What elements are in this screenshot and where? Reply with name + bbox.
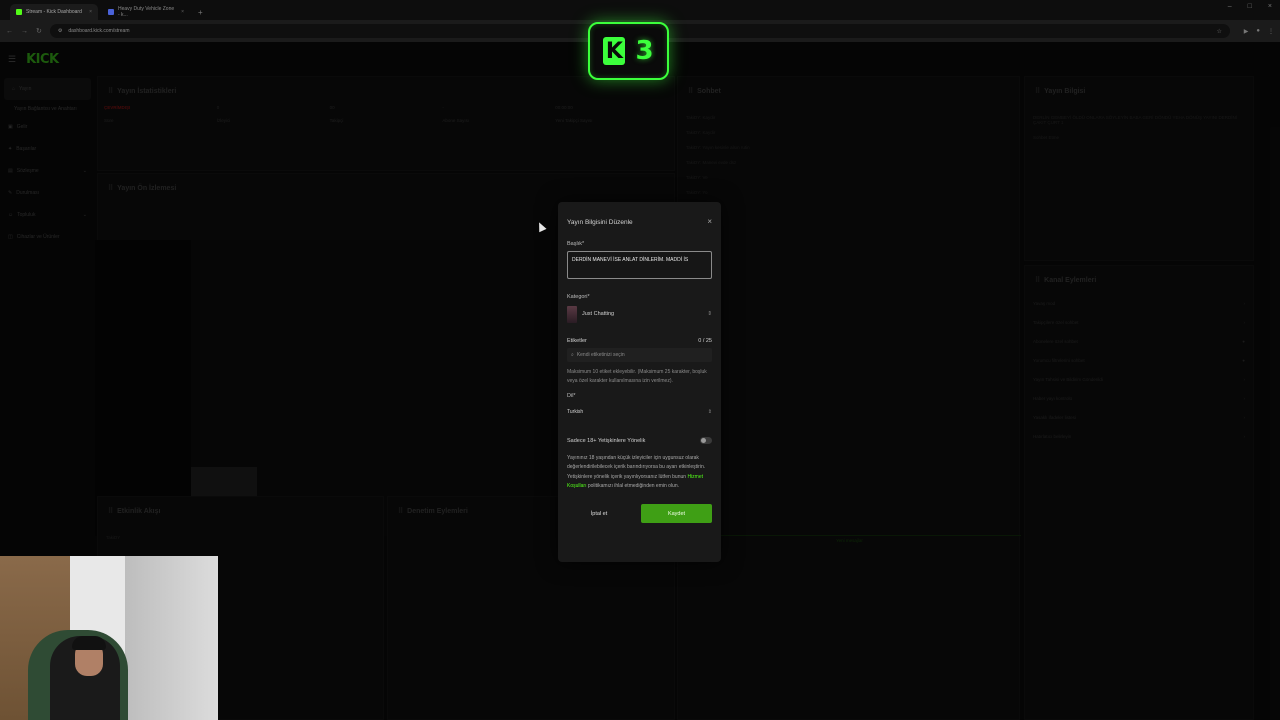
- modal-actions: İptal et Kaydet: [558, 504, 721, 523]
- disclaimer-text: Yayınınız 18 yaşından küçük izleyiciler …: [567, 455, 706, 480]
- modal-header: Yayın Bilgisini Düzenle ×: [558, 202, 721, 226]
- category-select[interactable]: Just Chatting ⇕: [567, 304, 712, 324]
- adult-content-toggle[interactable]: [700, 437, 712, 444]
- browser-tab-dashboard[interactable]: Stream - Kick Dashboard ×: [10, 4, 98, 20]
- forward-icon[interactable]: →: [21, 28, 28, 35]
- chevron-updown-icon: ⇕: [707, 311, 712, 317]
- site-favicon-icon: [108, 9, 114, 15]
- profile-icon[interactable]: ●: [1256, 28, 1260, 35]
- extension-icon[interactable]: ▶: [1244, 28, 1249, 35]
- title-label: Başlık*: [567, 241, 585, 247]
- search-icon: ⌕: [571, 352, 574, 358]
- kick-overlay-badge: K 3: [588, 22, 669, 80]
- minimize-icon[interactable]: –: [1228, 3, 1232, 10]
- tab-close-icon[interactable]: ×: [89, 9, 92, 15]
- badge-number: 3: [635, 36, 654, 66]
- tags-header: Etiketler 0 / 25: [558, 338, 721, 344]
- adult-content-row: Sadece 18+ Yetişkinlere Yönelik: [558, 437, 721, 444]
- category-label: Kategori*: [567, 294, 590, 300]
- language-value: Turkish: [567, 409, 584, 415]
- url-text: dashboard.kick.com/stream: [68, 28, 130, 34]
- language-label: Dil*: [567, 393, 576, 399]
- tags-label: Etiketler: [567, 338, 587, 344]
- maximize-icon[interactable]: □: [1248, 3, 1252, 10]
- browser-tab-strip: Stream - Kick Dashboard × Heavy Duty Veh…: [0, 0, 1280, 20]
- window-controls: – □ ×: [1228, 3, 1272, 10]
- tags-search-input[interactable]: ⌕ Kendi etiketinizi seçin: [567, 348, 712, 362]
- tab-title: Stream - Kick Dashboard: [26, 9, 82, 15]
- stream-title-input[interactable]: DERDİN MANEVİ İSE ANLAT DİNLERİM. MADDİ …: [567, 251, 712, 279]
- modal-title: Yayın Bilgisini Düzenle: [567, 219, 633, 226]
- extension-icons: ☆: [1216, 28, 1221, 35]
- category-value: Just Chatting: [582, 311, 615, 317]
- toolbar-icons: ▶ ● ⋮: [1244, 28, 1274, 35]
- back-icon[interactable]: ←: [6, 28, 13, 35]
- save-button[interactable]: Kaydet: [641, 504, 712, 523]
- cancel-button[interactable]: İptal et: [567, 504, 631, 523]
- category-thumbnail: [567, 305, 577, 323]
- chevron-updown-icon: ⇕: [707, 409, 712, 415]
- close-icon[interactable]: ×: [707, 217, 712, 226]
- adult-disclaimer: Yayınınız 18 yaşından küçük izleyiciler …: [558, 454, 721, 491]
- edit-stream-info-modal: Yayın Bilgisini Düzenle × Başlık* DERDİN…: [558, 202, 721, 562]
- site-info-icon[interactable]: ⚙: [58, 28, 62, 34]
- disclaimer-text: politikamızı ihlal etmediğinden emin olu…: [586, 482, 680, 489]
- tags-placeholder: Kendi etiketinizi seçin: [576, 352, 625, 358]
- adult-content-label: Sadece 18+ Yetişkinlere Yönelik: [567, 437, 646, 444]
- webcam-overlay: [0, 556, 218, 720]
- webcam-streamer-hair: [72, 636, 106, 650]
- new-tab-button[interactable]: +: [194, 8, 207, 20]
- tags-count: 0 / 25: [698, 338, 712, 344]
- tab-title: Heavy Duty Vehicle Zone - k...: [118, 6, 175, 18]
- language-select[interactable]: Turkish ⇕: [567, 405, 712, 419]
- tags-help-text: Maksimum 10 etiket ekleyebilir. (Maksimu…: [567, 369, 707, 384]
- tab-close-icon[interactable]: ×: [181, 9, 184, 15]
- menu-dots-icon[interactable]: ⋮: [1268, 28, 1274, 35]
- close-window-icon[interactable]: ×: [1268, 3, 1272, 10]
- webcam-background-wall: [125, 556, 218, 720]
- kick-favicon-icon: [16, 9, 22, 15]
- bookmark-star-icon[interactable]: ☆: [1216, 28, 1221, 35]
- reload-icon[interactable]: ↻: [36, 27, 42, 35]
- badge-letter: K: [603, 37, 626, 65]
- browser-tab-video[interactable]: Heavy Duty Vehicle Zone - k... ×: [102, 4, 190, 20]
